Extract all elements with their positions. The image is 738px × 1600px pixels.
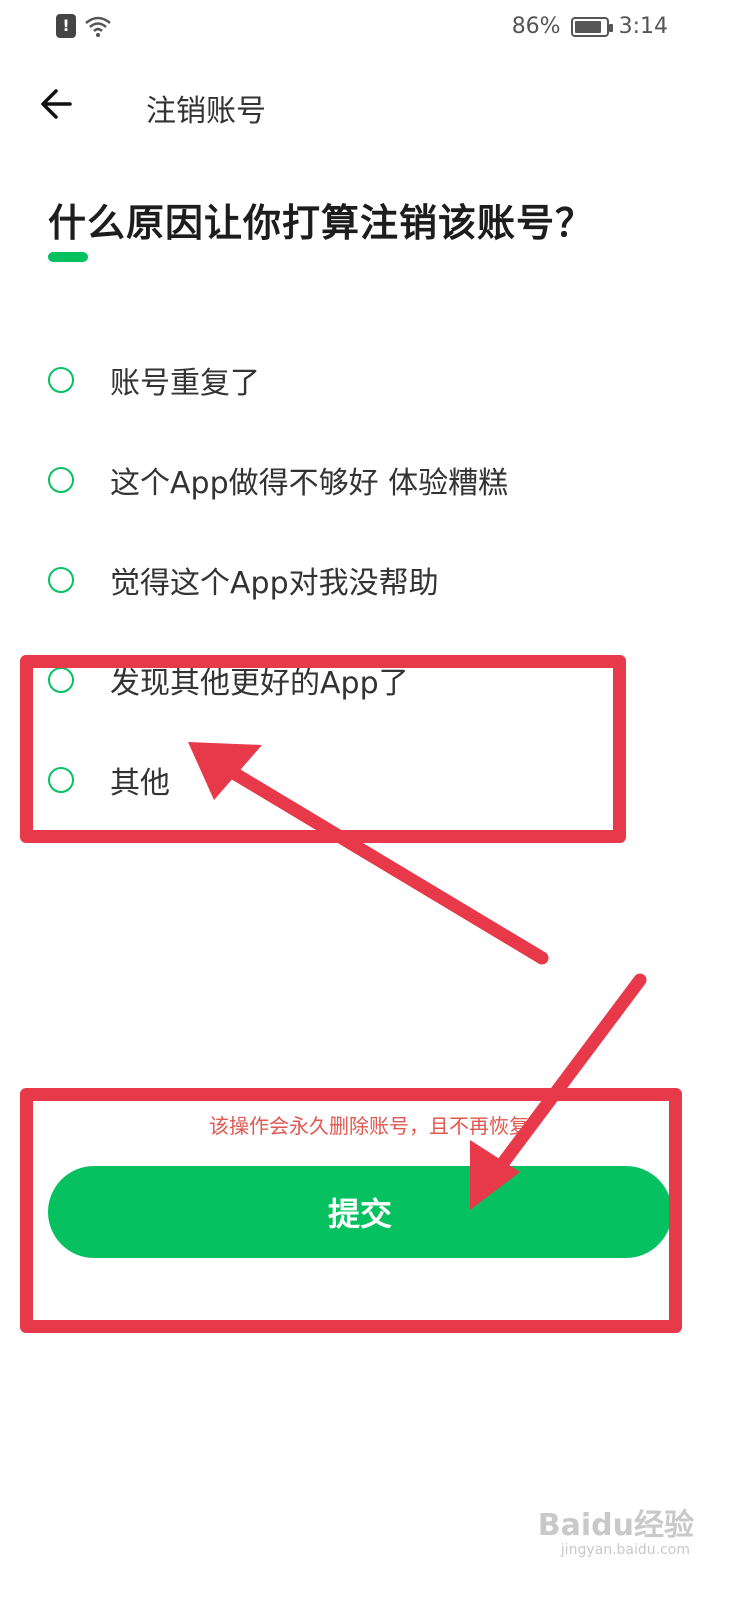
watermark-url: jingyan.baidu.com [560,1542,690,1558]
radio-button[interactable] [48,567,74,593]
radio-button[interactable] [48,767,74,793]
battery-fill [574,20,601,33]
option-label: 觉得这个App对我没帮助 [110,566,439,601]
radio-button[interactable] [48,667,74,693]
option-label: 账号重复了 [110,366,260,401]
option-other[interactable]: 其他 [48,730,688,830]
status-left: ! [56,14,112,38]
delete-warning-text: 该操作会永久删除账号，且不再恢复 [209,1114,529,1138]
top-bar: 注销账号 [0,72,738,136]
option-label: 这个App做得不够好 体验糟糕 [110,466,509,501]
radio-button[interactable] [48,367,74,393]
wifi-icon [85,16,111,37]
option-found-better-app[interactable]: 发现其他更好的App了 [48,630,688,730]
option-label: 发现其他更好的App了 [110,666,409,701]
watermark-brand: Baidu经验 [537,1508,694,1543]
status-right: 86% 3:14 [512,14,668,39]
battery-icon [570,16,613,37]
watermark-logo: Baidu经验 [538,1500,694,1544]
question-heading: 什么原因让你打算注销该账号？ [48,201,595,245]
alert-icon: ! [56,14,76,38]
reason-options: 账号重复了 这个App做得不够好 体验糟糕 觉得这个App对我没帮助 发现其他更… [48,330,688,830]
option-duplicate-account[interactable]: 账号重复了 [48,330,688,430]
option-bad-experience[interactable]: 这个App做得不够好 体验糟糕 [48,430,688,530]
battery-percent: 86% [511,14,561,39]
radio-button[interactable] [48,467,74,493]
back-button[interactable] [36,82,80,126]
status-bar: ! 86% 3:14 [0,0,738,56]
option-not-helpful[interactable]: 觉得这个App对我没帮助 [48,530,688,630]
accent-underline [48,252,88,262]
page-title: 注销账号 [146,94,266,129]
submit-button[interactable]: 提交 [48,1166,672,1258]
clock: 3:14 [618,14,668,39]
arrow-left-icon [41,89,72,119]
option-label: 其他 [110,766,170,801]
